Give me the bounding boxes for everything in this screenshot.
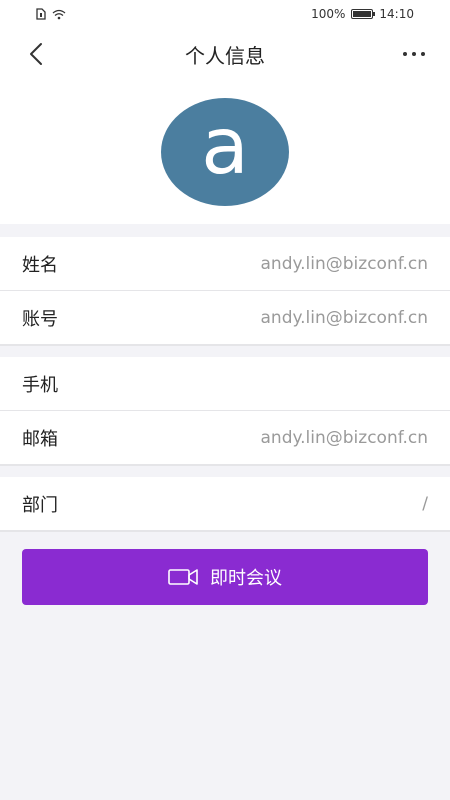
row-department[interactable]: 部门 / <box>0 477 450 531</box>
row-value: andy.lin@bizconf.cn <box>260 253 428 274</box>
chevron-left-icon <box>30 43 42 65</box>
status-bar-left <box>36 8 66 20</box>
row-label: 手机 <box>22 374 58 396</box>
row-label: 姓名 <box>22 254 58 276</box>
row-phone[interactable]: 手机 <box>0 357 450 411</box>
row-value: andy.lin@bizconf.cn <box>260 427 428 448</box>
page-title: 个人信息 <box>185 43 265 68</box>
row-value: / <box>422 493 428 514</box>
status-bar: 100% 14:10 <box>0 0 450 28</box>
video-camera-icon <box>168 569 198 585</box>
more-options-button[interactable] <box>400 40 428 68</box>
avatar-section: a <box>0 80 450 224</box>
clock-time: 14:10 <box>379 7 414 21</box>
row-label: 邮箱 <box>22 428 58 450</box>
sim-card-icon <box>36 8 46 20</box>
row-name[interactable]: 姓名 andy.lin@bizconf.cn <box>0 237 450 291</box>
row-account[interactable]: 账号 andy.lin@bizconf.cn <box>0 291 450 345</box>
row-email[interactable]: 邮箱 andy.lin@bizconf.cn <box>0 411 450 465</box>
info-group-contact: 手机 邮箱 andy.lin@bizconf.cn <box>0 357 450 466</box>
info-group-basic: 姓名 andy.lin@bizconf.cn 账号 andy.lin@bizco… <box>0 237 450 346</box>
instant-meeting-label: 即时会议 <box>210 568 282 589</box>
row-value: andy.lin@bizconf.cn <box>260 307 428 328</box>
battery-icon <box>351 9 376 19</box>
row-label: 部门 <box>22 494 58 516</box>
instant-meeting-button[interactable]: 即时会议 <box>22 549 428 605</box>
more-dots-icon <box>403 52 425 56</box>
status-bar-right: 100% 14:10 <box>311 7 414 21</box>
battery-percent: 100% <box>311 7 346 21</box>
avatar[interactable]: a <box>161 98 289 206</box>
wifi-icon <box>52 9 66 19</box>
back-button[interactable] <box>22 40 50 68</box>
avatar-letter: a <box>201 102 249 192</box>
nav-header: 个人信息 <box>0 28 450 80</box>
row-label: 账号 <box>22 308 58 330</box>
info-group-department: 部门 / <box>0 477 450 532</box>
